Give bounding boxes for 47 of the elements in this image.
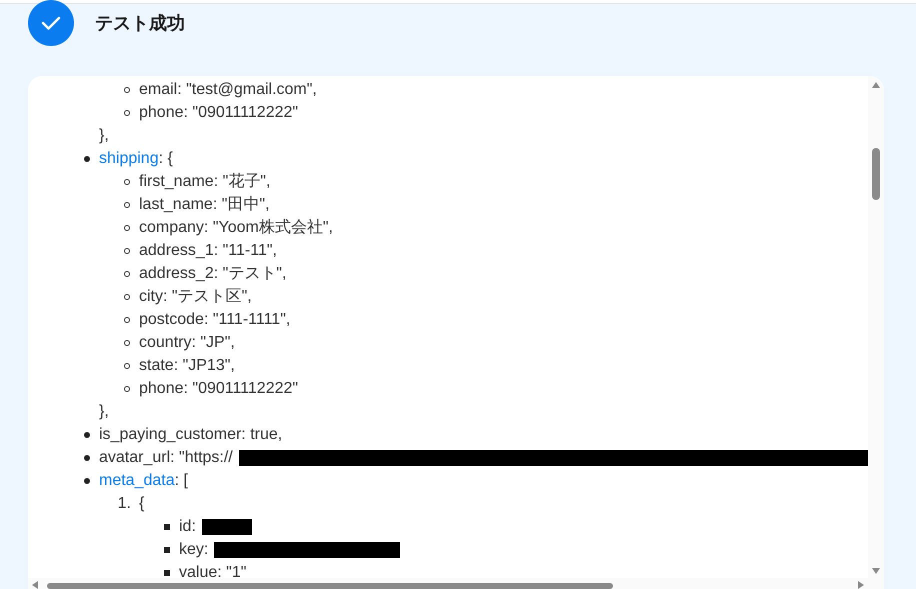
entry-text: id: bbox=[179, 517, 196, 537]
entry-text: email: "test@gmail.com", bbox=[139, 80, 317, 100]
entry-text: meta_data: [ bbox=[99, 471, 188, 491]
entry-text: company: "Yoom株式会社", bbox=[139, 218, 333, 238]
bullet-icon bbox=[84, 478, 90, 484]
status-title: テスト成功 bbox=[95, 12, 185, 35]
entry-text: country: "JP", bbox=[139, 333, 235, 353]
entry-text: phone: "09011112222" bbox=[139, 379, 298, 399]
left-arrow-icon[interactable] bbox=[32, 581, 38, 589]
entry-text: postcode: "111-1111", bbox=[139, 310, 290, 330]
bullet-icon bbox=[124, 248, 130, 254]
entry-text: key: bbox=[179, 540, 208, 560]
bullet-icon bbox=[164, 524, 170, 530]
bullet-icon bbox=[124, 86, 130, 92]
bullet-icon bbox=[84, 432, 90, 438]
bullet-icon bbox=[124, 178, 130, 184]
bullet-icon bbox=[124, 270, 130, 276]
bullet-icon bbox=[124, 316, 130, 322]
bullet-icon bbox=[124, 362, 130, 368]
bullet-icon bbox=[164, 546, 170, 552]
entry-text: }, bbox=[99, 402, 110, 422]
entry-text: address_1: "11-11", bbox=[139, 241, 277, 261]
bullet-icon bbox=[164, 570, 170, 576]
bullet-icon bbox=[124, 340, 130, 346]
entry-text: state: "JP13", bbox=[139, 356, 235, 376]
up-arrow-icon[interactable] bbox=[872, 82, 880, 88]
entry-text: { bbox=[139, 494, 144, 514]
bullet-icon bbox=[124, 294, 130, 300]
field-link[interactable]: shipping bbox=[99, 150, 159, 167]
entry-text: city: "テスト区", bbox=[139, 287, 252, 307]
bullet-icon bbox=[124, 202, 130, 208]
entry-text: first_name: "花子", bbox=[139, 172, 270, 192]
entry-text: avatar_url: "https:// bbox=[99, 448, 233, 468]
field-link[interactable]: meta_data bbox=[99, 472, 175, 489]
entry-text: is_paying_customer: true, bbox=[99, 425, 282, 445]
bullet-icon bbox=[124, 224, 130, 230]
bullet-icon bbox=[84, 156, 90, 162]
entry-text: address_2: "テスト", bbox=[139, 264, 286, 284]
bullet-icon bbox=[84, 454, 90, 460]
bullet-icon bbox=[124, 110, 130, 116]
entry-text: value: "1" bbox=[179, 563, 246, 578]
bullet-icon bbox=[124, 386, 130, 392]
entry-text: last_name: "田中", bbox=[139, 194, 270, 215]
entry-text: }, bbox=[99, 126, 110, 146]
entry-text: shipping: { bbox=[99, 149, 173, 169]
list-number: 1. bbox=[117, 494, 131, 514]
entry-text: phone: "09011112222" bbox=[139, 103, 298, 123]
